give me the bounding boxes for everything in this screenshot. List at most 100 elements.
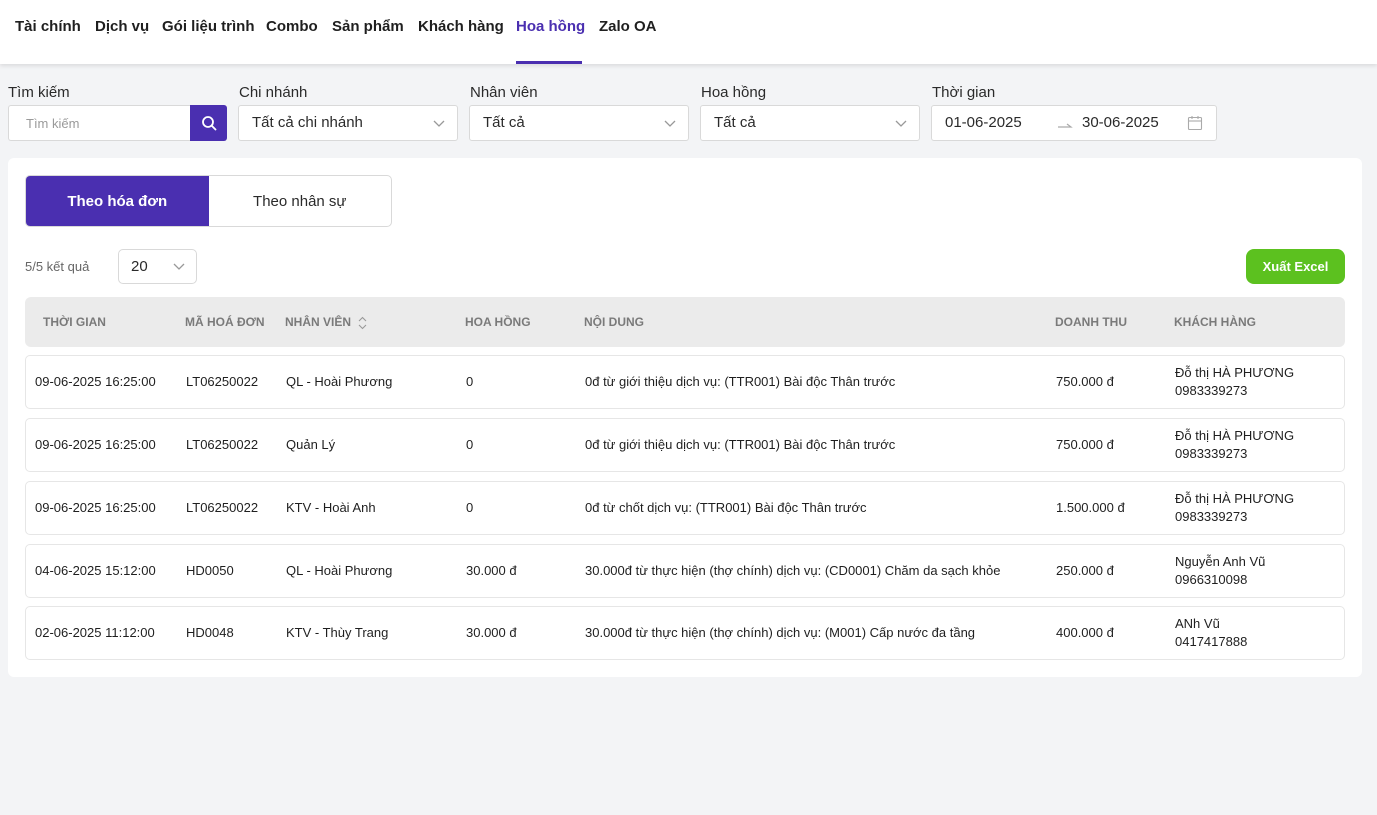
cell-customer: ANh Vũ 0417417888 (1175, 615, 1247, 651)
page-size-select[interactable]: 20 (118, 249, 197, 284)
cell-customer: Đỗ thị HÀ PHƯƠNG 0983339273 (1175, 427, 1294, 463)
date-to[interactable]: 30-06-2025 (1082, 106, 1159, 140)
cell-revenue: 400.000 đ (1056, 625, 1114, 640)
customer-name: ANh Vũ (1175, 616, 1220, 631)
cell-revenue: 750.000 đ (1056, 374, 1114, 389)
staff-select-value: Tất cả (483, 114, 525, 131)
col-revenue: DOANH THU (1055, 315, 1127, 329)
commission-panel: Theo hóa đơn Theo nhân sự 5/5 kết quả 20… (8, 158, 1362, 677)
tab-customers[interactable]: Khách hàng (418, 0, 504, 64)
commission-select-value: Tất cả (714, 114, 756, 131)
branch-select-value: Tất cả chi nhánh (252, 114, 363, 131)
customer-phone: 0983339273 (1175, 446, 1248, 461)
customer-phone: 0983339273 (1175, 509, 1248, 524)
view-by-staff-button[interactable]: Theo nhân sự (209, 176, 392, 226)
cell-customer: Đỗ thị HÀ PHƯƠNG 0983339273 (1175, 490, 1294, 526)
table-row[interactable]: 04-06-2025 15:12:00 HD0050 QL - Hoài Phư… (25, 544, 1345, 598)
cell-content: 0đ từ giới thiệu dịch vụ: (TTR001) Bài đ… (585, 374, 896, 389)
cell-customer: Nguyễn Anh Vũ 0966310098 (1175, 553, 1265, 589)
cell-invoice: LT06250022 (186, 437, 259, 452)
tab-treatment-packages[interactable]: Gói liệu trình (162, 0, 255, 64)
col-commission: HOA HỒNG (465, 315, 531, 329)
cell-revenue: 250.000 đ (1056, 563, 1114, 578)
col-invoice: MÃ HOÁ ĐƠN (185, 315, 265, 329)
cell-commission: 30.000 đ (466, 563, 517, 578)
cell-invoice: LT06250022 (186, 500, 259, 515)
customer-name: Đỗ thị HÀ PHƯƠNG (1175, 365, 1295, 380)
tab-services[interactable]: Dịch vụ (95, 0, 149, 64)
table-header: THỜI GIAN MÃ HOÁ ĐƠN NHÂN VIÊN HOA HỒNG … (25, 297, 1345, 347)
staff-select[interactable]: Tất cả (469, 105, 689, 141)
tab-products[interactable]: Sản phẩm (332, 0, 404, 64)
result-count: 5/5 kết quả (25, 259, 90, 274)
branch-label: Chi nhánh (239, 84, 308, 101)
cell-staff: QL - Hoài Phương (286, 374, 393, 389)
cell-commission: 0 (466, 374, 474, 389)
cell-customer: Đỗ thị HÀ PHƯƠNG 0983339273 (1175, 364, 1294, 400)
commission-label: Hoa hồng (701, 84, 767, 101)
col-customer: KHÁCH HÀNG (1174, 315, 1256, 329)
customer-name: Nguyễn Anh Vũ (1175, 554, 1266, 569)
chevron-down-icon (895, 120, 907, 127)
col-content: NỘI DUNG (584, 315, 644, 329)
cell-staff: KTV - Hoài Anh (286, 500, 376, 515)
tab-finance[interactable]: Tài chính (15, 0, 81, 64)
chevron-down-icon (664, 120, 676, 127)
search-icon (201, 116, 216, 131)
view-toggle: Theo hóa đơn Theo nhân sự (25, 175, 392, 227)
table-row[interactable]: 02-06-2025 11:12:00 HD0048 KTV - Thùy Tr… (25, 606, 1345, 660)
page-size-value: 20 (131, 258, 148, 275)
customer-phone: 0966310098 (1175, 572, 1248, 587)
search-label: Tìm kiếm (8, 84, 70, 101)
cell-staff: Quản Lý (286, 437, 336, 452)
cell-time: 09-06-2025 16:25:00 (35, 374, 156, 389)
arrow-right-icon (1058, 123, 1073, 128)
col-time: THỜI GIAN (43, 315, 106, 329)
cell-time: 04-06-2025 15:12:00 (35, 563, 156, 578)
calendar-icon (1187, 116, 1203, 131)
customer-name: Đỗ thị HÀ PHƯƠNG (1175, 428, 1295, 443)
cell-staff: KTV - Thùy Trang (286, 625, 389, 640)
search-button[interactable] (190, 105, 227, 141)
col-staff[interactable]: NHÂN VIÊN (285, 297, 367, 347)
cell-invoice: LT06250022 (186, 374, 259, 389)
search-input[interactable] (8, 105, 192, 141)
cell-content: 30.000đ từ thực hiện (thợ chính) dịch vụ… (585, 625, 976, 640)
cell-revenue: 1.500.000 đ (1056, 500, 1125, 515)
cell-invoice: HD0050 (186, 563, 234, 578)
export-excel-button[interactable]: Xuất Excel (1246, 249, 1345, 284)
cell-staff: QL - Hoài Phương (286, 563, 393, 578)
chevron-down-icon (173, 263, 185, 270)
cell-content: 0đ từ chốt dịch vụ: (TTR001) Bài độc Thâ… (585, 500, 867, 515)
cell-content: 0đ từ giới thiệu dịch vụ: (TTR001) Bài đ… (585, 437, 896, 452)
branch-select[interactable]: Tất cả chi nhánh (238, 105, 458, 141)
cell-content: 30.000đ từ thực hiện (thợ chính) dịch vụ… (585, 563, 1001, 578)
tab-commission[interactable]: Hoa hồng (516, 0, 585, 64)
cell-invoice: HD0048 (186, 625, 234, 640)
date-range-picker[interactable]: 01-06-2025 30-06-2025 (931, 105, 1217, 141)
chevron-down-icon (433, 120, 445, 127)
tab-zalo-oa[interactable]: Zalo OA (599, 0, 657, 64)
time-label: Thời gian (932, 84, 996, 101)
table-row[interactable]: 09-06-2025 16:25:00 LT06250022 QL - Hoài… (25, 355, 1345, 409)
cell-time: 09-06-2025 16:25:00 (35, 500, 156, 515)
customer-phone: 0983339273 (1175, 383, 1248, 398)
top-nav: Tài chính Dịch vụ Gói liệu trình Combo S… (0, 0, 1377, 64)
commission-select[interactable]: Tất cả (700, 105, 920, 141)
customer-phone: 0417417888 (1175, 634, 1248, 649)
col-staff-label: NHÂN VIÊN (285, 315, 352, 329)
cell-revenue: 750.000 đ (1056, 437, 1114, 452)
date-from[interactable]: 01-06-2025 (945, 106, 1022, 140)
table-row[interactable]: 09-06-2025 16:25:00 LT06250022 Quản Lý 0… (25, 418, 1345, 472)
staff-label: Nhân viên (470, 84, 538, 101)
customer-name: Đỗ thị HÀ PHƯƠNG (1175, 491, 1295, 506)
sort-icon[interactable] (358, 316, 367, 330)
tab-combo[interactable]: Combo (266, 0, 318, 64)
cell-commission: 30.000 đ (466, 625, 517, 640)
cell-time: 02-06-2025 11:12:00 (35, 625, 155, 640)
cell-commission: 0 (466, 437, 474, 452)
cell-commission: 0 (466, 500, 474, 515)
view-by-invoice-button[interactable]: Theo hóa đơn (26, 176, 209, 226)
cell-time: 09-06-2025 16:25:00 (35, 437, 156, 452)
table-row[interactable]: 09-06-2025 16:25:00 LT06250022 KTV - Hoà… (25, 481, 1345, 535)
